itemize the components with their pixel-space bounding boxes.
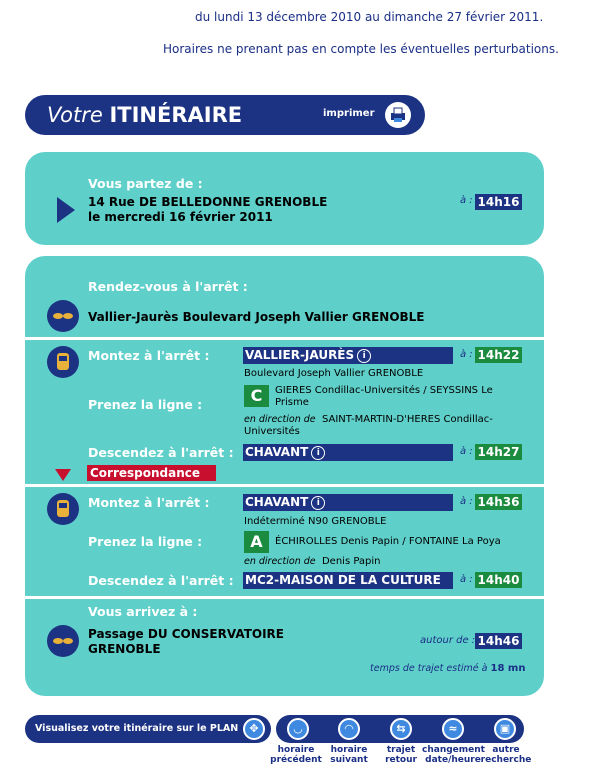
leg1-board-at: à : <box>460 349 473 360</box>
trip-duration: temps de trajet estimé à 18 mn <box>370 663 526 674</box>
new-search-icon[interactable]: ▣ <box>494 718 516 740</box>
leg1-alight-stop[interactable]: CHAVANT i <box>243 444 453 461</box>
departure-time: 14h16 <box>475 194 522 210</box>
next-schedule-link[interactable]: horaire suivant <box>321 745 377 765</box>
leg2-board-at: à : <box>460 496 473 507</box>
itinerary-header: Votre ITINÉRAIRE imprimer <box>25 95 425 135</box>
previous-schedule-icon[interactable]: ◡ <box>287 718 309 740</box>
info-icon[interactable]: i <box>311 446 326 460</box>
new-search-link[interactable]: autre recherche <box>478 745 534 765</box>
leg2-board-time: 14h36 <box>475 494 522 510</box>
info-icon[interactable]: i <box>311 496 326 510</box>
leg1-alight-time: 14h27 <box>475 444 522 460</box>
meet-stop: Vallier-Jaurès Boulevard Joseph Vallier … <box>88 310 425 324</box>
divider <box>25 596 544 599</box>
change-date-icon[interactable]: ≈ <box>442 718 464 740</box>
departure-label: Vous partez de : <box>88 176 203 191</box>
leg2-alight-label: Descendez à l'arrêt : <box>88 573 234 588</box>
leg2-board-stop[interactable]: CHAVANT i <box>243 494 453 511</box>
leg1-board-stop[interactable]: VALLIER-JAURÈS i <box>243 347 453 364</box>
info-icon[interactable]: i <box>357 349 372 363</box>
departure-at-label: à : <box>460 195 473 206</box>
arrival-place: Passage DU CONSERVATOIRE GRENOBLE <box>88 627 284 656</box>
page-title: Votre ITINÉRAIRE <box>47 103 243 127</box>
next-schedule-icon[interactable]: ◠ <box>338 718 360 740</box>
leg2-board-sub: Indéterminé N90 GRENOBLE <box>244 516 387 527</box>
leg2-alight-at: à : <box>460 574 473 585</box>
leg2-direction: en direction de Denis Papin <box>244 556 381 567</box>
walk-footsteps-icon <box>47 300 79 332</box>
tram-icon <box>47 493 79 525</box>
transfer-label: Correspondance <box>87 465 216 481</box>
disclaimer: Horaires ne prenant pas en compte les év… <box>163 42 559 56</box>
leg1-line-name: GIERES Condillac-Universités / SEYSSINS … <box>275 385 493 408</box>
validity-period: du lundi 13 décembre 2010 au dimanche 27… <box>195 10 544 24</box>
divider <box>25 484 544 487</box>
walk-footsteps-icon <box>47 625 79 657</box>
view-map-label: Visualisez votre itinéraire sur le PLAN <box>35 723 239 734</box>
leg1-board-label: Montez à l'arrêt : <box>88 348 210 363</box>
leg1-board-sub: Boulevard Joseph Vallier GRENOBLE <box>244 368 424 379</box>
leg2-alight-stop[interactable]: MC2-MAISON DE LA CULTURE <box>243 572 453 589</box>
leg1-alight-at: à : <box>460 446 473 457</box>
departure-date: le mercredi 16 février 2011 <box>88 210 273 224</box>
leg2-line-name: ÉCHIROLLES Denis Papin / FONTAINE La Poy… <box>275 536 501 547</box>
leg1-line-label: Prenez la ligne : <box>88 397 203 412</box>
map-target-icon[interactable]: ✥ <box>243 718 265 740</box>
print-link[interactable]: imprimer <box>323 108 375 119</box>
return-trip-icon[interactable]: ⇆ <box>390 718 412 740</box>
meet-label: Rendez-vous à l'arrêt : <box>88 279 248 294</box>
leg2-line-label: Prenez la ligne : <box>88 534 203 549</box>
arrival-label: Vous arrivez à : <box>88 604 198 619</box>
arrival-around-label: autour de : <box>420 635 476 646</box>
printer-icon[interactable] <box>385 102 411 128</box>
leg1-alight-label: Descendez à l'arrêt : <box>88 445 234 460</box>
leg1-direction: en direction de SAINT-MARTIN-D'HERES Con… <box>244 414 493 437</box>
play-arrow-icon <box>57 197 75 227</box>
tram-icon <box>47 346 79 378</box>
leg2-alight-time: 14h40 <box>475 572 522 588</box>
view-map-button[interactable]: Visualisez votre itinéraire sur le PLAN … <box>25 715 271 743</box>
leg2-board-label: Montez à l'arrêt : <box>88 495 210 510</box>
line-a-badge: A <box>244 531 269 553</box>
change-date-link[interactable]: changement date/heure <box>422 745 485 765</box>
transfer-arrow-icon <box>55 466 71 485</box>
divider <box>25 337 544 340</box>
previous-schedule-link[interactable]: horaire précédent <box>268 745 324 765</box>
departure-address: 14 Rue DE BELLEDONNE GRENOBLE <box>88 195 328 209</box>
return-trip-link[interactable]: trajet retour <box>373 745 429 765</box>
line-c-badge: C <box>244 385 269 407</box>
leg1-board-time: 14h22 <box>475 347 522 363</box>
arrival-time: 14h46 <box>475 633 522 649</box>
